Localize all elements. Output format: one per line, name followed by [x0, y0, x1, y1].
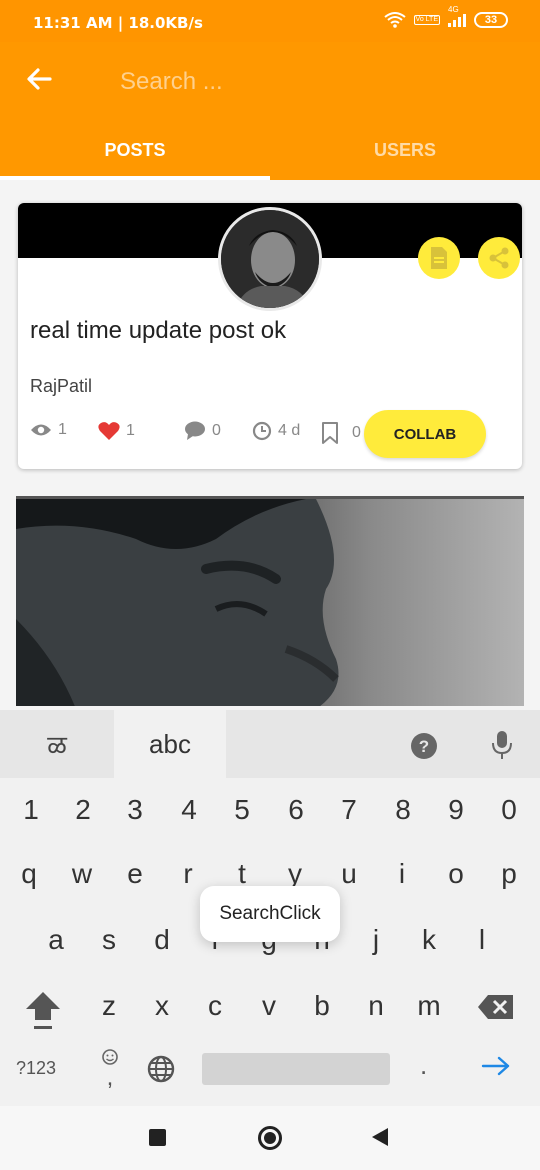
help-icon[interactable]: ? [410, 732, 438, 760]
comments-stat[interactable]: 0 [184, 421, 221, 441]
key-6[interactable]: 6 [269, 794, 323, 826]
avatar-photo [221, 210, 319, 308]
key-v[interactable]: v [242, 990, 296, 1022]
key-r[interactable]: r [161, 858, 215, 890]
key-8[interactable]: 8 [376, 794, 430, 826]
collab-button[interactable]: COLLAB [364, 410, 486, 458]
key-k[interactable]: k [402, 924, 456, 956]
symbols-key[interactable]: ?123 [16, 1058, 56, 1079]
document-icon [431, 247, 447, 269]
search-input[interactable] [120, 64, 500, 100]
language-key[interactable]: ळ [0, 710, 114, 778]
key-7[interactable]: 7 [322, 794, 376, 826]
key-x[interactable]: x [135, 990, 189, 1022]
eye-icon [31, 424, 51, 436]
network-type: 4G [448, 5, 459, 14]
views-count: 1 [58, 421, 67, 438]
key-i[interactable]: i [375, 858, 429, 890]
bookmark-count: 0 [352, 424, 361, 441]
key-s[interactable]: s [82, 924, 136, 956]
bookmark-stat[interactable]: 0 [320, 421, 361, 445]
key-d[interactable]: d [135, 924, 189, 956]
home-icon[interactable] [258, 1126, 282, 1150]
post-title: real time update post ok [30, 317, 287, 344]
battery-icon: 33 [474, 12, 508, 28]
emoji-comma-key[interactable]: , [100, 1048, 120, 1091]
volte-icon: Vo LTE [413, 15, 440, 25]
battery-level: 33 [484, 14, 498, 26]
post-stats: 1 1 0 4 d 0 [30, 421, 370, 447]
document-button[interactable] [418, 237, 460, 279]
avatar[interactable] [218, 207, 322, 311]
key-q[interactable]: q [2, 858, 56, 890]
key-c[interactable]: c [188, 990, 242, 1022]
post-card[interactable]: real time update post ok RajPatil 1 1 0 [18, 203, 522, 469]
navigation-bar [0, 1106, 540, 1170]
key-p[interactable]: p [482, 858, 536, 890]
key-l[interactable]: l [455, 924, 509, 956]
post-author[interactable]: RajPatil [30, 376, 92, 397]
key-m[interactable]: m [402, 990, 456, 1022]
status-bar: 11:31 AM | 18.0KB/s Vo LTE 4G 33 [0, 0, 540, 42]
backspace-icon[interactable] [476, 992, 516, 1022]
status-time: 11:31 AM | 18.0KB/s [33, 14, 203, 32]
key-n[interactable]: n [349, 990, 403, 1022]
key-o[interactable]: o [429, 858, 483, 890]
key-w[interactable]: w [55, 858, 109, 890]
clock-icon [252, 421, 272, 441]
key-5[interactable]: 5 [215, 794, 269, 826]
wifi-icon [383, 12, 406, 28]
tab-indicator [0, 176, 270, 180]
key-e[interactable]: e [108, 858, 162, 890]
comments-count: 0 [212, 422, 221, 439]
app-bar: POSTS USERS [0, 42, 540, 180]
key-3[interactable]: 3 [108, 794, 162, 826]
key-2[interactable]: 2 [56, 794, 110, 826]
globe-icon[interactable] [146, 1054, 176, 1084]
abc-key[interactable]: abc [114, 710, 226, 778]
nav-back-icon[interactable] [372, 1128, 388, 1146]
space-bar[interactable] [202, 1053, 390, 1085]
svg-text:?: ? [419, 737, 429, 756]
key-b[interactable]: b [295, 990, 349, 1022]
key-z[interactable]: z [82, 990, 136, 1022]
key-a[interactable]: a [29, 924, 83, 956]
share-button[interactable] [478, 237, 520, 279]
key-j[interactable]: j [349, 924, 403, 956]
keyboard-toolbar: ळ abc ? [0, 710, 540, 778]
comma-label: , [106, 1064, 114, 1091]
tab-posts[interactable]: POSTS [0, 140, 270, 161]
likes-stat[interactable]: 1 [98, 421, 135, 441]
likes-count: 1 [126, 422, 135, 439]
age-stat: 4 d [252, 421, 300, 441]
key-9[interactable]: 9 [429, 794, 483, 826]
comment-icon[interactable] [184, 421, 206, 441]
share-icon [489, 247, 509, 269]
enter-arrow-icon[interactable] [480, 1054, 512, 1078]
recent-apps-icon[interactable] [149, 1129, 166, 1146]
period-key[interactable]: . [420, 1050, 427, 1081]
tab-users[interactable]: USERS [270, 140, 540, 161]
toast-popup: SearchClick [200, 886, 340, 942]
microphone-icon[interactable] [490, 730, 514, 760]
key-1[interactable]: 1 [4, 794, 58, 826]
views-stat: 1 [30, 421, 67, 439]
shift-icon[interactable] [20, 988, 66, 1034]
signal-icon [448, 13, 466, 27]
status-icons: Vo LTE 4G 33 [383, 5, 508, 28]
post-image[interactable] [16, 496, 524, 706]
bookmark-icon[interactable] [320, 421, 340, 445]
back-arrow-icon[interactable] [22, 62, 56, 96]
post-age: 4 d [278, 422, 301, 439]
key-u[interactable]: u [322, 858, 376, 890]
key-0[interactable]: 0 [482, 794, 536, 826]
key-4[interactable]: 4 [162, 794, 216, 826]
profile-photo [16, 499, 339, 706]
heart-icon[interactable] [98, 421, 120, 441]
